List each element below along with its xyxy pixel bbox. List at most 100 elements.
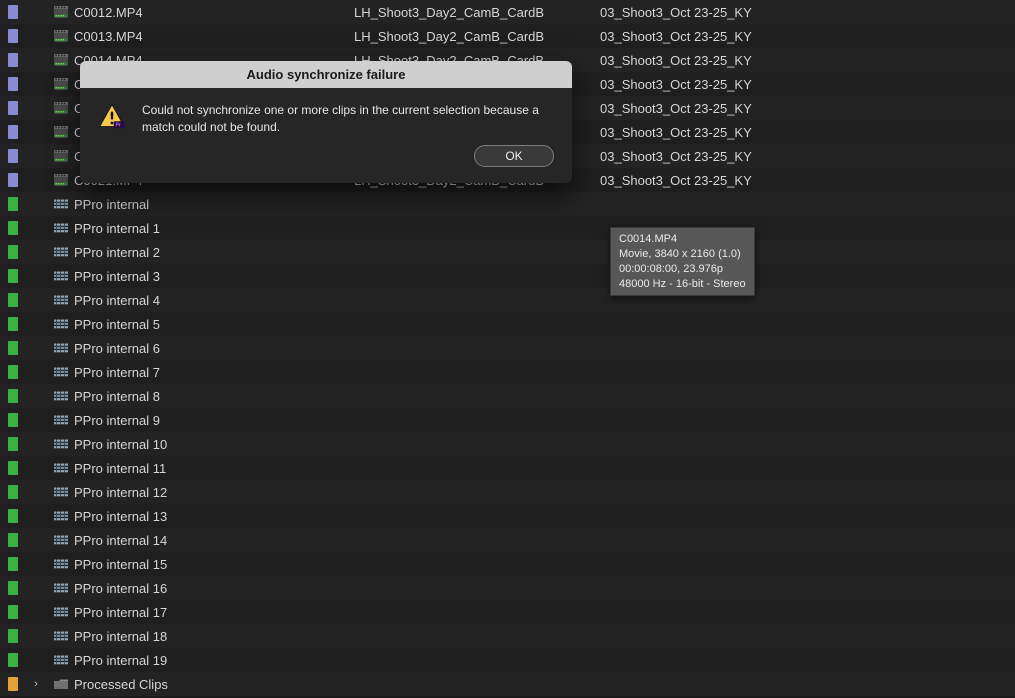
sequence-name[interactable]: PPro internal 7: [72, 365, 354, 380]
error-dialog: Audio synchronize failure Could not sync…: [80, 61, 572, 183]
sequence-icon: [50, 484, 72, 500]
sequence-name[interactable]: PPro internal 17: [72, 605, 354, 620]
label-chip[interactable]: [4, 173, 22, 187]
label-chip[interactable]: [4, 29, 22, 43]
sequence-icon: [50, 364, 72, 380]
sequence-icon: [50, 556, 72, 572]
sequence-name[interactable]: PPro internal 9: [72, 413, 354, 428]
label-chip[interactable]: [4, 269, 22, 283]
sequence-name[interactable]: PPro internal 15: [72, 557, 354, 572]
video-clip-icon: [50, 100, 72, 116]
sequence-row[interactable]: PPro internal 3: [0, 264, 1015, 288]
label-chip[interactable]: [4, 557, 22, 571]
dialog-message: Could not synchronize one or more clips …: [142, 102, 554, 137]
sequence-icon: [50, 604, 72, 620]
label-chip[interactable]: [4, 581, 22, 595]
video-clip-icon: [50, 52, 72, 68]
label-chip[interactable]: [4, 485, 22, 499]
sequence-row[interactable]: PPro internal 14: [0, 528, 1015, 552]
clip-description: 03_Shoot3_Oct 23-25_KY: [600, 29, 900, 44]
sequence-row[interactable]: PPro internal 19: [0, 648, 1015, 672]
bin-row[interactable]: › Processed Clips: [0, 672, 1015, 696]
label-chip[interactable]: [4, 605, 22, 619]
sequence-icon: [50, 580, 72, 596]
label-chip[interactable]: [4, 437, 22, 451]
ok-button[interactable]: OK: [474, 145, 554, 167]
clip-name[interactable]: C0013.MP4: [72, 29, 354, 44]
label-chip[interactable]: [4, 53, 22, 67]
sequence-row[interactable]: PPro internal 10: [0, 432, 1015, 456]
clip-description: 03_Shoot3_Oct 23-25_KY: [600, 125, 900, 140]
label-chip[interactable]: [4, 341, 22, 355]
clip-row[interactable]: C0012.MP4 LH_Shoot3_Day2_CamB_CardB 03_S…: [0, 0, 1015, 24]
clip-tape: LH_Shoot3_Day2_CamB_CardB: [354, 5, 600, 20]
label-chip[interactable]: [4, 77, 22, 91]
label-chip[interactable]: [4, 413, 22, 427]
sequence-name[interactable]: PPro internal 18: [72, 629, 354, 644]
sequence-name[interactable]: PPro internal 1: [72, 221, 354, 236]
sequence-name[interactable]: PPro internal: [72, 197, 354, 212]
label-chip[interactable]: [4, 317, 22, 331]
label-chip[interactable]: [4, 101, 22, 115]
sequence-name[interactable]: PPro internal 11: [72, 461, 354, 476]
sequence-row[interactable]: PPro internal 18: [0, 624, 1015, 648]
label-chip[interactable]: [4, 149, 22, 163]
sequence-icon: [50, 652, 72, 668]
bin-name[interactable]: Processed Clips: [72, 677, 354, 692]
clip-row[interactable]: C0013.MP4 LH_Shoot3_Day2_CamB_CardB 03_S…: [0, 24, 1015, 48]
clip-description: 03_Shoot3_Oct 23-25_KY: [600, 53, 900, 68]
sequence-name[interactable]: PPro internal 19: [72, 653, 354, 668]
sequence-row[interactable]: PPro internal 16: [0, 576, 1015, 600]
sequence-name[interactable]: PPro internal 13: [72, 509, 354, 524]
sequence-row[interactable]: PPro internal 11: [0, 456, 1015, 480]
sequence-row[interactable]: PPro internal 12: [0, 480, 1015, 504]
sequence-name[interactable]: PPro internal 3: [72, 269, 354, 284]
sequence-icon: [50, 316, 72, 332]
label-chip[interactable]: [4, 533, 22, 547]
label-chip[interactable]: [4, 221, 22, 235]
label-chip[interactable]: [4, 197, 22, 211]
sequence-name[interactable]: PPro internal 4: [72, 293, 354, 308]
sequence-name[interactable]: PPro internal 2: [72, 245, 354, 260]
sequence-name[interactable]: PPro internal 5: [72, 317, 354, 332]
expand-toggle[interactable]: ›: [22, 678, 50, 690]
sequence-name[interactable]: PPro internal 6: [72, 341, 354, 356]
sequence-row[interactable]: PPro internal 2: [0, 240, 1015, 264]
sequence-row[interactable]: PPro internal: [0, 192, 1015, 216]
sequence-row[interactable]: PPro internal 13: [0, 504, 1015, 528]
sequence-row[interactable]: PPro internal 15: [0, 552, 1015, 576]
sequence-row[interactable]: PPro internal 4: [0, 288, 1015, 312]
label-chip[interactable]: [4, 509, 22, 523]
sequence-icon: [50, 412, 72, 428]
sequence-icon: [50, 508, 72, 524]
sequence-row[interactable]: PPro internal 6: [0, 336, 1015, 360]
label-chip[interactable]: [4, 293, 22, 307]
sequence-name[interactable]: PPro internal 16: [72, 581, 354, 596]
sequence-icon: [50, 244, 72, 260]
tooltip-filename: C0014.MP4: [619, 232, 746, 247]
label-chip[interactable]: [4, 389, 22, 403]
label-chip[interactable]: [4, 653, 22, 667]
warning-icon: [98, 102, 126, 130]
sequence-name[interactable]: PPro internal 14: [72, 533, 354, 548]
label-chip[interactable]: [4, 677, 22, 691]
sequence-row[interactable]: PPro internal 9: [0, 408, 1015, 432]
label-chip[interactable]: [4, 125, 22, 139]
sequence-name[interactable]: PPro internal 8: [72, 389, 354, 404]
label-chip[interactable]: [4, 461, 22, 475]
sequence-row[interactable]: PPro internal 1: [0, 216, 1015, 240]
sequence-name[interactable]: PPro internal 12: [72, 485, 354, 500]
sequence-row[interactable]: PPro internal 5: [0, 312, 1015, 336]
sequence-row[interactable]: PPro internal 8: [0, 384, 1015, 408]
label-chip[interactable]: [4, 245, 22, 259]
clip-name[interactable]: C0012.MP4: [72, 5, 354, 20]
clip-description: 03_Shoot3_Oct 23-25_KY: [600, 5, 900, 20]
label-chip[interactable]: [4, 365, 22, 379]
label-chip[interactable]: [4, 629, 22, 643]
sequence-icon: [50, 196, 72, 212]
sequence-row[interactable]: PPro internal 17: [0, 600, 1015, 624]
label-chip[interactable]: [4, 5, 22, 19]
tooltip-duration: 00:00:08:00, 23.976p: [619, 262, 746, 277]
sequence-row[interactable]: PPro internal 7: [0, 360, 1015, 384]
sequence-name[interactable]: PPro internal 10: [72, 437, 354, 452]
